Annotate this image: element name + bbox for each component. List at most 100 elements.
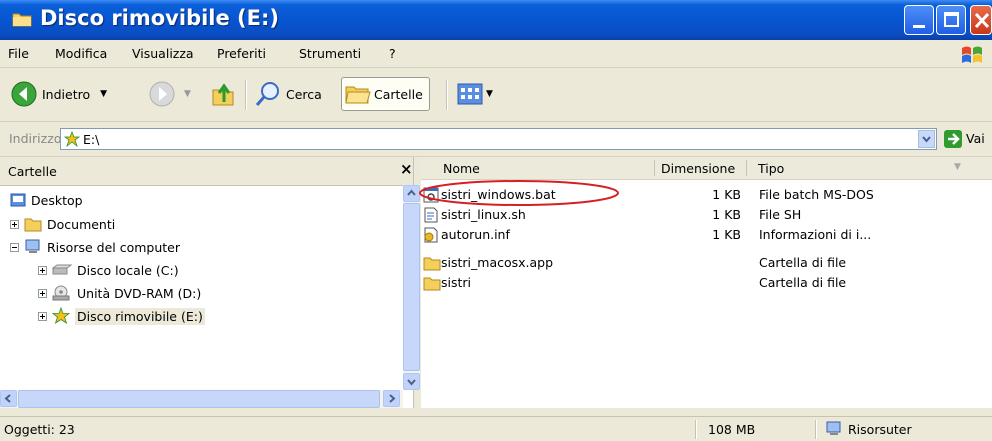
scroll-right-button[interactable] bbox=[383, 390, 400, 407]
chevron-down-icon bbox=[407, 379, 416, 386]
status-divider bbox=[815, 420, 817, 439]
folders-pane: Cartelle × Desktop Documenti Risorse del… bbox=[0, 157, 420, 408]
expand-icon[interactable] bbox=[10, 219, 19, 229]
forward-dropdown-icon[interactable]: ▼ bbox=[184, 89, 191, 99]
expand-icon[interactable] bbox=[38, 288, 47, 298]
tree-item-disco-e[interactable]: Disco rimovibile (E:) bbox=[38, 306, 205, 326]
folders-button[interactable]: Cartelle bbox=[341, 77, 430, 111]
scroll-left-button[interactable] bbox=[0, 390, 17, 407]
folders-label: Cartelle bbox=[374, 86, 423, 102]
toolbar-separator bbox=[446, 80, 448, 110]
windows-logo-icon bbox=[962, 46, 982, 63]
expand-icon[interactable] bbox=[38, 311, 47, 321]
tree-item-documenti[interactable]: Documenti bbox=[10, 214, 115, 234]
file-size: 1 KB bbox=[712, 207, 741, 222]
forward-arrow-icon bbox=[149, 81, 175, 107]
collapse-icon[interactable] bbox=[10, 242, 19, 252]
tree-item-dvd-d[interactable]: Unità DVD-RAM (D:) bbox=[38, 283, 201, 303]
file-type: File SH bbox=[759, 207, 802, 222]
chevron-right-icon bbox=[389, 394, 396, 403]
column-divider[interactable] bbox=[746, 160, 747, 176]
close-pane-button[interactable]: × bbox=[400, 160, 413, 178]
menu-modifica[interactable]: Modifica bbox=[55, 46, 107, 61]
go-label[interactable]: Vai bbox=[966, 131, 985, 146]
folder-icon bbox=[24, 218, 42, 232]
file-row[interactable]: sistri_linux.sh 1 KB File SH bbox=[421, 205, 992, 225]
desktop-icon bbox=[10, 193, 26, 207]
address-bar: Indirizzo E:\ Vai bbox=[0, 122, 992, 157]
search-icon bbox=[255, 82, 279, 106]
file-row[interactable]: autorun.inf 1 KB Informazioni di i... bbox=[421, 225, 992, 245]
maximize-button[interactable] bbox=[936, 5, 966, 35]
tree-item-label: Desktop bbox=[31, 192, 83, 208]
computer-icon bbox=[25, 239, 40, 253]
file-type: Cartella di file bbox=[759, 255, 847, 270]
address-label: Indirizzo bbox=[9, 131, 62, 146]
highlight-ellipse bbox=[419, 180, 619, 206]
inf-file-icon bbox=[424, 227, 438, 243]
views-icon bbox=[457, 83, 483, 105]
folders-horizontal-scrollbar[interactable] bbox=[0, 390, 403, 408]
column-header-size[interactable]: Dimensione bbox=[661, 161, 735, 176]
close-button[interactable] bbox=[970, 5, 992, 35]
file-name: sistri bbox=[441, 275, 472, 290]
file-list-header: Nome Dimensione Tipo ▼ bbox=[421, 157, 992, 180]
scroll-thumb[interactable] bbox=[403, 203, 420, 371]
up-folder-button[interactable] bbox=[210, 79, 236, 109]
toolbar: Indietro ▼ ▼ Cerca Cartelle ▼ bbox=[0, 68, 992, 122]
tree-item-disco-c[interactable]: Disco locale (C:) bbox=[38, 260, 179, 280]
chevron-left-icon bbox=[4, 394, 11, 403]
toolbar-separator bbox=[245, 80, 247, 110]
expand-icon[interactable] bbox=[38, 265, 47, 275]
file-type: Cartella di file bbox=[759, 275, 847, 290]
minimize-icon bbox=[913, 25, 925, 28]
folders-pane-title: Cartelle bbox=[8, 164, 57, 179]
status-size: 108 MB bbox=[708, 422, 756, 437]
file-row[interactable]: sistri Cartella di file bbox=[421, 273, 992, 293]
tree-item-risorse-computer[interactable]: Risorse del computer bbox=[10, 237, 180, 257]
tree-item-desktop[interactable]: Desktop bbox=[10, 190, 83, 210]
menu-strumenti[interactable]: Strumenti bbox=[299, 46, 361, 61]
back-dropdown-icon[interactable]: ▼ bbox=[100, 89, 107, 99]
file-type: Informazioni di i... bbox=[759, 227, 872, 242]
file-row[interactable]: sistri_macosx.app Cartella di file bbox=[421, 253, 992, 273]
column-header-name[interactable]: Nome bbox=[443, 161, 480, 176]
menu-preferiti[interactable]: Preferiti bbox=[217, 46, 266, 61]
go-arrow-icon[interactable] bbox=[944, 130, 962, 148]
close-icon bbox=[974, 12, 990, 29]
folders-icon bbox=[345, 86, 371, 104]
address-value: E:\ bbox=[83, 132, 100, 147]
menu-file[interactable]: File bbox=[8, 46, 29, 61]
back-arrow-icon bbox=[11, 81, 37, 107]
maximize-icon bbox=[944, 12, 959, 27]
folder-icon bbox=[423, 277, 441, 291]
forward-button[interactable]: ▼ bbox=[148, 79, 191, 109]
views-dropdown-icon[interactable]: ▼ bbox=[486, 89, 493, 99]
menu-help[interactable]: ? bbox=[389, 46, 396, 61]
address-input[interactable]: E:\ bbox=[60, 128, 937, 150]
tree-item-label: Disco locale (C:) bbox=[77, 262, 179, 278]
status-location: Risorsuter bbox=[848, 422, 912, 437]
address-dropdown-button[interactable] bbox=[918, 130, 935, 148]
file-name: autorun.inf bbox=[441, 227, 510, 242]
back-button[interactable]: Indietro ▼ bbox=[10, 79, 107, 109]
minimize-button[interactable] bbox=[904, 5, 934, 35]
menu-visualizza[interactable]: Visualizza bbox=[132, 46, 194, 61]
tree-item-label: Risorse del computer bbox=[47, 239, 180, 255]
status-objects: Oggetti: 23 bbox=[4, 422, 75, 437]
sort-indicator-icon: ▼ bbox=[954, 162, 961, 172]
removable-disk-icon bbox=[64, 131, 80, 147]
computer-icon bbox=[826, 421, 841, 435]
title-bar[interactable]: Disco rimovibile (E:) bbox=[0, 0, 992, 40]
removable-disk-icon bbox=[52, 307, 70, 324]
status-bar: Oggetti: 23 108 MB Risorsuter bbox=[0, 416, 992, 441]
scroll-down-button[interactable] bbox=[403, 373, 420, 390]
column-header-type[interactable]: Tipo bbox=[758, 161, 784, 176]
file-list: Nome Dimensione Tipo ▼ sistri_windows.ba… bbox=[419, 157, 992, 408]
file-size: 1 KB bbox=[712, 187, 741, 202]
scroll-thumb[interactable] bbox=[18, 390, 380, 408]
search-button[interactable]: Cerca bbox=[254, 79, 322, 109]
views-button[interactable]: ▼ bbox=[456, 79, 493, 109]
folders-vertical-scrollbar[interactable] bbox=[403, 185, 420, 390]
column-divider[interactable] bbox=[654, 160, 655, 176]
